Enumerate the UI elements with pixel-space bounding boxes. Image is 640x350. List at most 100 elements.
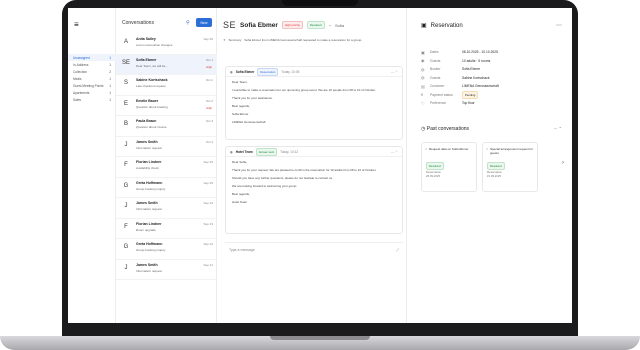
field-value: Pending (462, 90, 479, 99)
conversation-row[interactable]: J James Smith Information request Sep 21 (116, 260, 217, 280)
detail-header: SE Sofia Ebmer High priority Resolved ◔ … (223, 18, 344, 32)
nav-item[interactable]: Guest Meeting Points 1 (68, 82, 116, 89)
conversation-date: Oct 3 (205, 119, 213, 123)
avatar-initials: F (124, 162, 128, 168)
conversation-name: Greta Hoffmann (136, 180, 163, 185)
field-icon: ▣ (421, 49, 425, 55)
reply-box[interactable]: Type a message ⤢ (225, 242, 403, 256)
message-line: LIMENA Genossenschaft (232, 120, 266, 124)
summary-text: Sofia Ebmer from LIMENA Genossenschaft r… (244, 38, 363, 42)
menu-icon[interactable]: ≡ (74, 20, 79, 29)
reservation-field: ◍ Booker Sofia Ebmer (421, 65, 566, 74)
conversation-preview: Lorem reservation changes (136, 43, 173, 47)
conversation-name: Sofia Ebmer (136, 57, 157, 62)
card-status: Resolved (426, 162, 444, 170)
field-value: Top floor (462, 101, 475, 106)
nav-item[interactable]: Meals 1 (68, 75, 116, 82)
card-meta-date: 28.09.2025 (426, 174, 440, 178)
nav-item-label: In-Address (73, 62, 89, 67)
avatar-icon: ◍ (230, 149, 233, 154)
avatar-initials: SE (122, 59, 131, 66)
conversation-preview: Group booking inquiry (136, 248, 166, 252)
expand-icon[interactable]: ⤢ (396, 248, 399, 252)
past-conversations-title: ◷ Past conversations (421, 126, 469, 132)
field-icon: € (421, 92, 424, 98)
filter-icon[interactable]: ⚲ (186, 20, 190, 26)
nav-item[interactable]: Collection 2 (68, 68, 116, 75)
more-options-icon[interactable]: ⋯ (556, 22, 562, 29)
nav-item[interactable]: In-Address 1 (68, 61, 116, 68)
check-icon: ✓ (486, 147, 489, 151)
field-value: Sabine Kortschack (462, 75, 490, 80)
conversation-name: James Smith (136, 262, 158, 267)
conversations-title: Conversations (122, 20, 154, 26)
past-conversation-card[interactable]: ✓ Special arrangement request for guests R… (482, 142, 538, 192)
nav-item-label: Guest Meeting Points (73, 83, 104, 88)
message-line: Thank you for your request. We are pleas… (232, 168, 377, 172)
past-conversations-label: Past conversations (426, 126, 470, 132)
field-icon: ▤ (421, 83, 425, 89)
message-sender: Sofia Ebmer (235, 69, 255, 74)
conversation-preview: Group booking inquiry (136, 186, 166, 191)
card-meta-date: 15.09.2025 (487, 174, 501, 178)
new-conversation-button[interactable]: New (196, 18, 212, 27)
message-line: Dear Sofia, (232, 160, 248, 164)
message-line: Thank you for your assistance. (232, 96, 273, 100)
field-icon: ◍ (421, 66, 425, 72)
message-tools-icon[interactable]: ⋯ ⌃ (391, 70, 398, 74)
conversation-row[interactable]: J James Smith Information request Oct 4 (116, 137, 217, 157)
nav-item-count: 1 (109, 90, 111, 95)
app-screen: ≡ Unassigned 1 In-Address 1 Collection 2 Meals… (68, 8, 572, 323)
nav-item-count: 2 (109, 69, 111, 74)
past-conversation-card[interactable]: ✓ Request data on Sofia Ebmer Resolved Rese… (421, 142, 477, 192)
card-title: Special arrangement request for guests (490, 147, 533, 155)
field-icon: ◉ (421, 58, 425, 64)
conversation-row[interactable]: SE Sofia Ebmer Dear Team, we will be... Oct… (116, 54, 217, 75)
reservation-header: ▣ Reservation (421, 22, 463, 30)
nav-item-count: 1 (109, 97, 111, 102)
conversation-row[interactable]: S Sabine Kortschack Late checkout request O… (116, 75, 217, 96)
nav-item[interactable]: Apartments 1 (68, 89, 116, 96)
field-label: Preference (430, 101, 447, 106)
laptop-lip (270, 336, 370, 340)
reply-placeholder[interactable]: Type a message (229, 248, 255, 252)
conversation-preview: Question about booking (136, 104, 168, 109)
reservation-title: Reservation (430, 22, 463, 29)
conversation-date: Sep 22 (203, 242, 213, 246)
avatar-initials: E (123, 100, 128, 107)
past-conversations-menu-icon[interactable]: ⋯ ⌃ (554, 126, 562, 131)
field-value: Sofia Ebmer (462, 67, 481, 72)
card-status: Resolved (487, 162, 505, 170)
conversation-preview: Question about invoice (136, 125, 167, 129)
calendar-icon: ▣ (421, 23, 427, 29)
conversation-row[interactable]: F Florian Lindner Room upgrade Sep 23 (116, 219, 217, 239)
priority-tag: High (206, 64, 212, 69)
conversation-row[interactable]: G Greta Hoffmann Group booking inquiry Sep … (116, 178, 217, 198)
nav-item[interactable]: Unassigned 1 (68, 54, 116, 61)
conversation-row[interactable]: E Emelie Bauer Question about booking Oct 2… (116, 96, 217, 116)
message-line: Best regards, (232, 104, 250, 108)
conversation-date: Oct 1 (205, 57, 213, 62)
user-icon[interactable]: ◔ (329, 23, 331, 28)
message-tools-icon[interactable]: ⋯ ⌃ (391, 150, 398, 154)
status-badge: Resolved (306, 21, 325, 29)
conversation-name: Paula Braun (136, 119, 157, 123)
nav-item-count: 1 (109, 62, 111, 67)
nav-item[interactable]: Sales 1 (68, 96, 116, 103)
conversation-row[interactable]: B Paula Braun Question about invoice Oct 3 (116, 116, 217, 137)
avatar-initials: J (124, 203, 128, 209)
summary-label: Summary (228, 38, 242, 42)
conversation-name: James Smith (136, 201, 158, 205)
field-label: Guests (430, 75, 441, 80)
conversation-row[interactable]: J James Smith Information request Sep 24 (116, 198, 217, 219)
chevron-right-icon[interactable]: › (562, 160, 564, 166)
nav-item-count: 1 (109, 83, 111, 88)
conversation-row[interactable]: F Florian Lindner Availability check Sep 26 (116, 157, 217, 178)
assignee-label: Sofia (334, 22, 345, 28)
conversation-row[interactable]: G Greta Hoffmann Group booking inquiry Sep … (116, 239, 217, 260)
conversation-date: Sep 24 (203, 201, 213, 205)
conversation-row[interactable]: A Anita Salley Lorem reservation changes Se… (116, 34, 217, 55)
conversation-date: Sep 26 (203, 160, 213, 164)
card-meta: Reservation 15.09.2025 (487, 170, 502, 178)
field-value: 08.10.2025 - 10.10.2025 (462, 50, 498, 55)
